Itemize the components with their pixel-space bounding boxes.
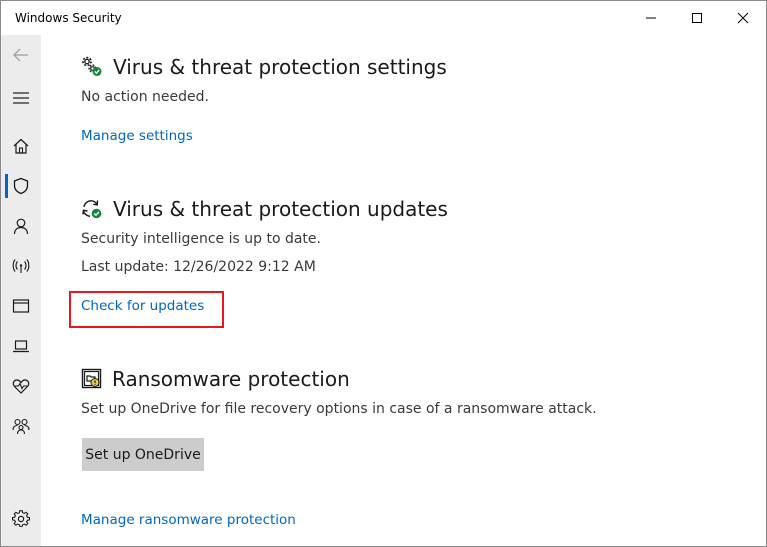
- window-title: Windows Security: [15, 11, 122, 25]
- active-indicator: [5, 174, 8, 198]
- settings-heading: Virus & threat protection settings: [113, 55, 447, 79]
- nav-app-browser-control[interactable]: [1, 286, 41, 326]
- maximize-icon: [692, 13, 702, 23]
- person-icon: [13, 218, 29, 235]
- updates-status: Security intelligence is up to date.: [81, 231, 321, 247]
- manage-ransomware-protection-link[interactable]: Manage ransomware protection: [81, 512, 296, 528]
- windows-security-window: Windows Security Virus & threat protecti…: [0, 0, 767, 547]
- ransomware-heading: Ransomware protection: [112, 367, 350, 391]
- back-arrow-icon: [13, 48, 28, 62]
- nav-firewall-network[interactable]: [1, 246, 41, 286]
- maximize-button[interactable]: [674, 1, 720, 35]
- title-bar[interactable]: Windows Security: [1, 1, 766, 35]
- set-up-onedrive-button[interactable]: Set up OneDrive: [82, 438, 204, 471]
- settings-status: No action needed.: [81, 89, 209, 105]
- shield-icon: [13, 177, 29, 195]
- ransomware-folder-icon: [81, 368, 103, 394]
- family-icon: [12, 418, 30, 435]
- manage-settings-link[interactable]: Manage settings: [81, 128, 193, 144]
- main-content: Virus & threat protection settings No ac…: [41, 35, 766, 546]
- nav-device-security[interactable]: [1, 326, 41, 366]
- nav-family-options[interactable]: [1, 406, 41, 446]
- close-icon: [737, 12, 749, 24]
- minimize-icon: [646, 17, 656, 19]
- nav-home[interactable]: [1, 126, 41, 166]
- minimize-button[interactable]: [628, 1, 674, 35]
- home-icon: [13, 138, 29, 154]
- updates-heading: Virus & threat protection updates: [113, 197, 448, 221]
- nav-virus-threat-protection[interactable]: [1, 166, 41, 206]
- heart-pulse-icon: [12, 379, 30, 394]
- gears-check-icon: [81, 56, 103, 82]
- laptop-icon: [13, 340, 29, 353]
- gear-icon: [12, 510, 30, 527]
- close-button[interactable]: [720, 1, 766, 35]
- wireless-icon: [12, 259, 30, 273]
- last-update-text: Last update: 12/26/2022 9:12 AM: [81, 259, 316, 275]
- ransomware-description: Set up OneDrive for file recovery option…: [81, 401, 597, 417]
- nav-account-protection[interactable]: [1, 206, 41, 246]
- hamburger-menu-icon: [13, 92, 29, 104]
- nav-settings[interactable]: [1, 499, 41, 539]
- app-browser-icon: [12, 299, 30, 313]
- refresh-check-icon: [81, 198, 103, 224]
- menu-button[interactable]: [1, 78, 41, 118]
- nav-device-performance-health[interactable]: [1, 366, 41, 406]
- navigation-sidebar: [1, 35, 41, 546]
- check-for-updates-link[interactable]: Check for updates: [81, 298, 204, 314]
- back-button[interactable]: [1, 35, 41, 75]
